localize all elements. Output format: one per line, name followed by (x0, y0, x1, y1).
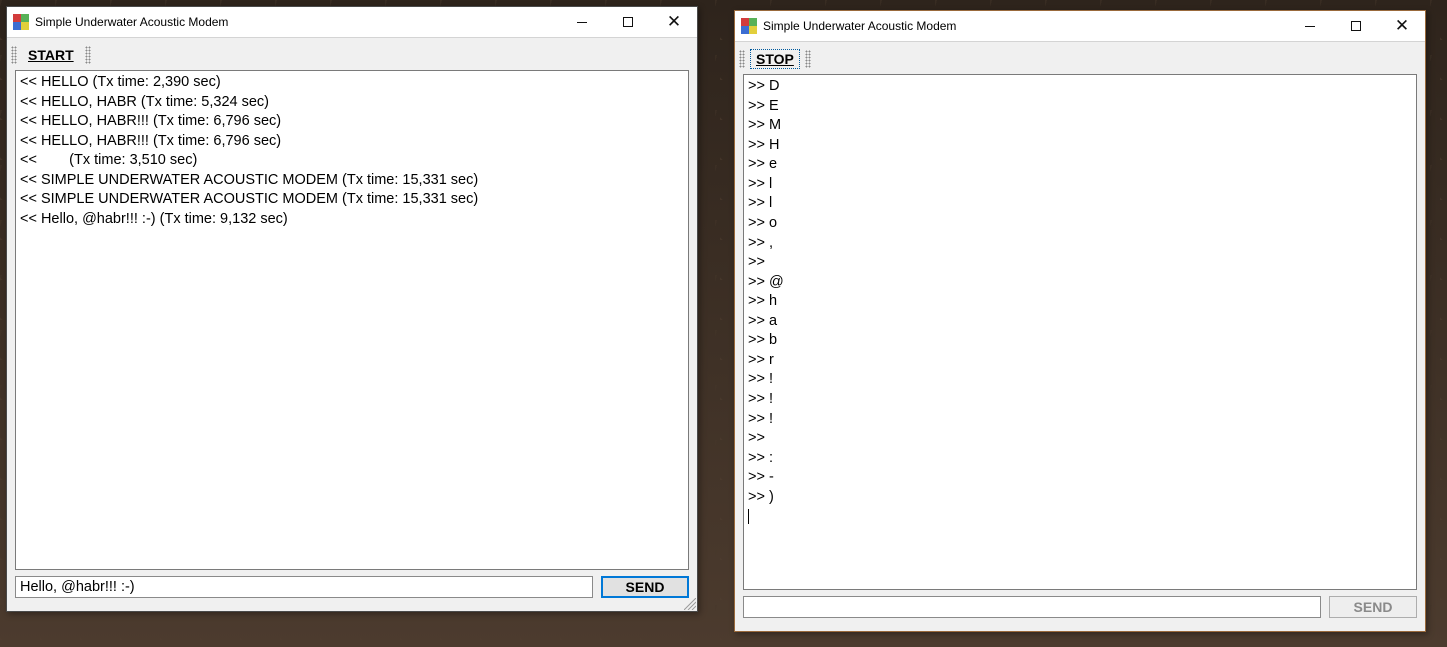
stop-button[interactable]: STOP (749, 48, 801, 70)
message-input[interactable] (743, 596, 1321, 618)
minimize-button[interactable] (559, 7, 605, 37)
toolbar-left: START (7, 38, 697, 68)
toolbar-grip (739, 50, 745, 68)
window-receiver: Simple Underwater Acoustic Modem ✕ STOP … (734, 10, 1426, 632)
toolbar-grip (805, 50, 811, 68)
resize-grip-icon[interactable] (684, 598, 696, 610)
start-button[interactable]: START (21, 44, 81, 66)
app-icon (13, 14, 29, 30)
close-button[interactable]: ✕ (1379, 11, 1425, 41)
window-sender: Simple Underwater Acoustic Modem ✕ START… (6, 6, 698, 612)
maximize-button[interactable] (1333, 11, 1379, 41)
send-button: SEND (1329, 596, 1417, 618)
window-title: Simple Underwater Acoustic Modem (763, 19, 1287, 33)
minimize-button[interactable] (1287, 11, 1333, 41)
close-button[interactable]: ✕ (651, 7, 697, 37)
log-textarea-right[interactable]: >> D >> E >> M >> H >> e >> l >> l >> o … (743, 74, 1417, 590)
input-row-right: SEND (735, 590, 1425, 626)
window-controls: ✕ (559, 7, 697, 37)
input-row-left: SEND (7, 570, 697, 606)
toolbar-grip (85, 46, 91, 64)
toolbar-right: STOP (735, 42, 1425, 72)
send-button[interactable]: SEND (601, 576, 689, 598)
window-controls: ✕ (1287, 11, 1425, 41)
titlebar-left[interactable]: Simple Underwater Acoustic Modem ✕ (7, 7, 697, 38)
message-input[interactable] (15, 576, 593, 598)
log-textarea-left[interactable]: << HELLO (Tx time: 2,390 sec) << HELLO, … (15, 70, 689, 570)
titlebar-right[interactable]: Simple Underwater Acoustic Modem ✕ (735, 11, 1425, 42)
maximize-button[interactable] (605, 7, 651, 37)
window-title: Simple Underwater Acoustic Modem (35, 15, 559, 29)
toolbar-grip (11, 46, 17, 64)
app-icon (741, 18, 757, 34)
